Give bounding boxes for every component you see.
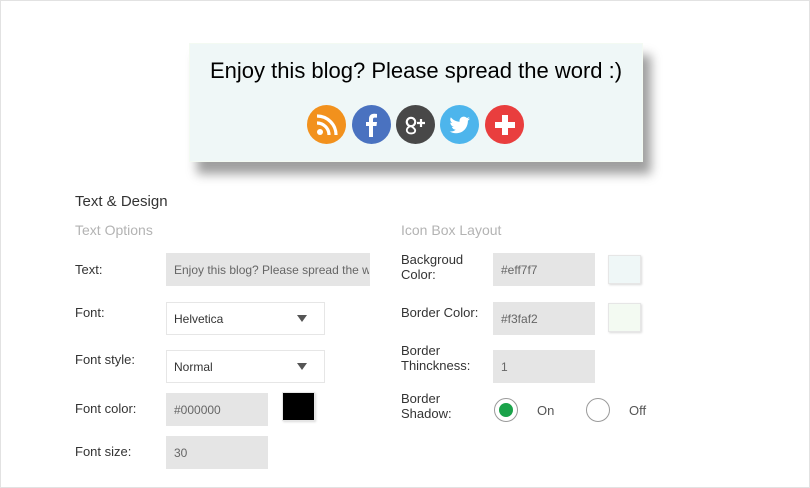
font-size-input[interactable]: 30 bbox=[166, 436, 268, 469]
font-style-select[interactable]: Normal bbox=[166, 350, 325, 383]
share-box-preview: Enjoy this blog? Please spread the word … bbox=[189, 43, 643, 162]
border-color-label: Border Color: bbox=[401, 305, 479, 320]
border-color-swatch[interactable] bbox=[608, 303, 641, 332]
shadow-off-label: Off bbox=[629, 403, 647, 418]
background-color-label-line2: Color: bbox=[401, 267, 436, 282]
shadow-off-radio[interactable] bbox=[586, 398, 610, 422]
google-plus-icon[interactable] bbox=[396, 105, 435, 144]
border-thickness-label-line1: Border bbox=[401, 343, 441, 358]
font-select-value: Helvetica bbox=[174, 311, 224, 326]
preview-title: Enjoy this blog? Please spread the word … bbox=[209, 58, 623, 83]
background-color-input[interactable]: #eff7f7 bbox=[493, 253, 595, 286]
facebook-icon[interactable] bbox=[352, 105, 391, 144]
border-thickness-input[interactable]: 1 bbox=[493, 350, 595, 383]
background-color-swatch[interactable] bbox=[608, 255, 641, 284]
shadow-on-label: On bbox=[537, 403, 555, 418]
border-color-input[interactable]: #f3faf2 bbox=[493, 302, 595, 335]
border-shadow-label: Border Shadow: bbox=[401, 391, 452, 421]
font-label: Font: bbox=[75, 305, 105, 320]
chevron-down-icon bbox=[297, 315, 307, 322]
border-thickness-label: Border Thinckness: bbox=[401, 343, 470, 373]
font-size-label: Font size: bbox=[75, 444, 132, 459]
text-options-title: Text Options bbox=[75, 222, 153, 238]
text-input[interactable]: Enjoy this blog? Please spread the word … bbox=[166, 253, 370, 286]
font-style-label: Font style: bbox=[75, 352, 135, 367]
border-thickness-label-line2: Thinckness: bbox=[401, 358, 471, 373]
icon-box-layout-title: Icon Box Layout bbox=[401, 222, 502, 238]
background-color-label: Backgroud Color: bbox=[401, 252, 463, 282]
background-color-label-line1: Backgroud bbox=[401, 252, 464, 267]
font-select[interactable]: Helvetica bbox=[166, 302, 325, 335]
shadow-on-radio[interactable] bbox=[494, 398, 518, 422]
section-title: Text & Design bbox=[75, 193, 168, 210]
font-color-swatch[interactable] bbox=[282, 392, 315, 421]
font-style-select-value: Normal bbox=[174, 359, 213, 374]
add-more-icon[interactable] bbox=[485, 105, 524, 144]
rss-icon[interactable] bbox=[307, 105, 346, 144]
border-shadow-label-line1: Border bbox=[401, 391, 441, 406]
border-shadow-label-line2: Shadow: bbox=[401, 406, 452, 421]
font-color-label: Font color: bbox=[75, 401, 137, 416]
chevron-down-icon bbox=[297, 363, 307, 370]
text-label: Text: bbox=[75, 262, 103, 277]
font-color-input[interactable]: #000000 bbox=[166, 393, 268, 426]
twitter-icon[interactable] bbox=[440, 105, 479, 144]
radio-selected-dot bbox=[499, 403, 513, 417]
